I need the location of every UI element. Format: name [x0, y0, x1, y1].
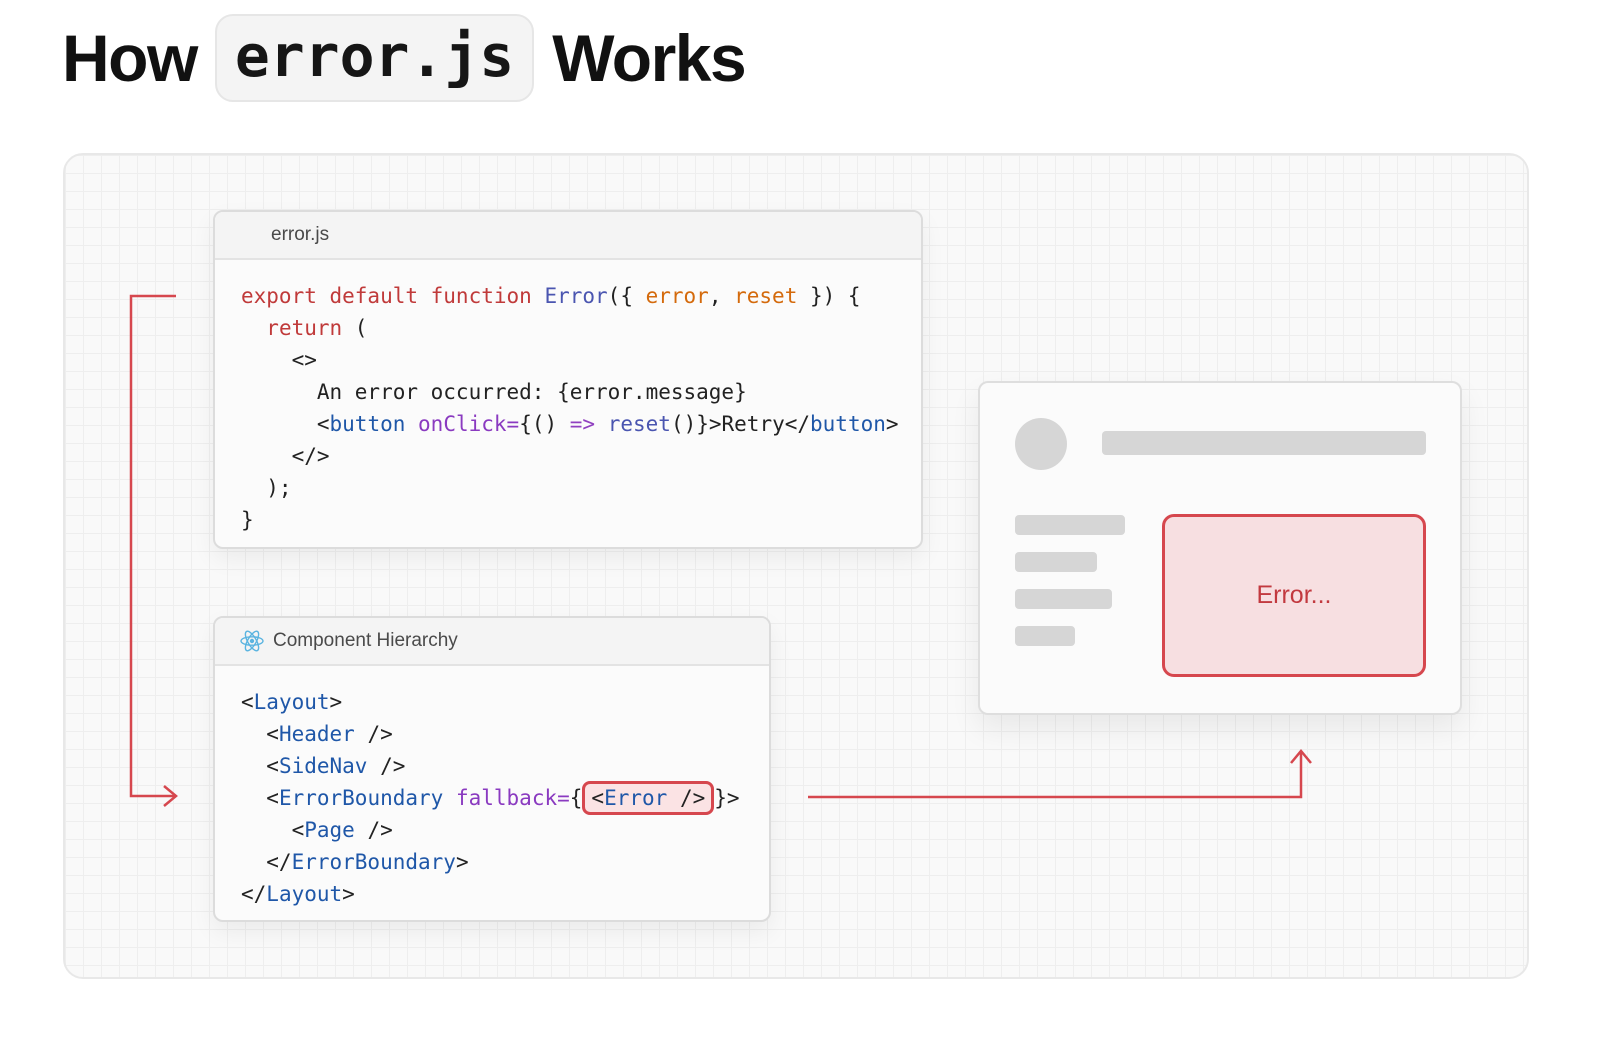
right-connector-arrow: [808, 752, 1303, 799]
connector-arrows: [129, 294, 1312, 807]
left-bracket-arrow: [129, 294, 176, 798]
